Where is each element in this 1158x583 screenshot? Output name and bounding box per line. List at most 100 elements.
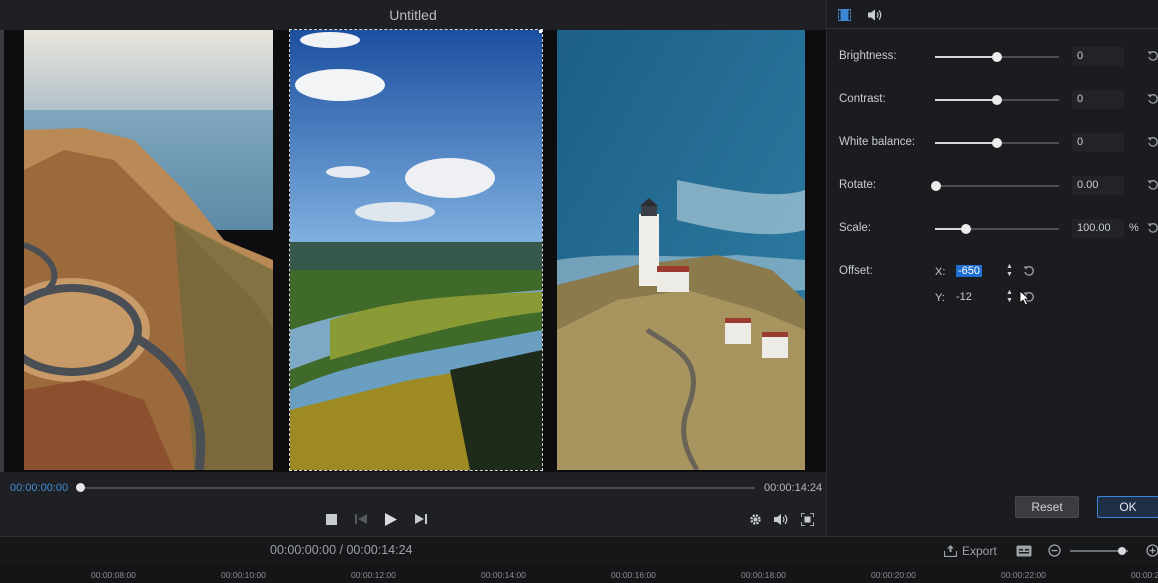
zoom-slider[interactable] <box>1070 547 1128 555</box>
prev-frame-icon <box>355 514 367 524</box>
offset-y-input[interactable]: -12 <box>953 288 1007 307</box>
contrast-row: Contrast: 0 <box>839 90 1158 110</box>
white-balance-knob[interactable] <box>992 138 1002 148</box>
offset-x-reset-button[interactable] <box>1021 263 1037 279</box>
timeline-toolbar: 00:00:00:00 / 00:00:14:24 Export <box>0 536 1158 564</box>
ruler-tick: 00:00:20:00 <box>871 570 916 580</box>
end-time: 00:00:14:24 <box>764 482 823 494</box>
tab-audio[interactable] <box>866 6 884 24</box>
play-button[interactable] <box>382 510 400 528</box>
clip-image-road[interactable] <box>24 30 273 470</box>
ruler-tick: 00:00:18:00 <box>741 570 786 580</box>
seek-knob[interactable] <box>76 483 85 492</box>
gear-icon <box>749 513 761 525</box>
fullscreen-button[interactable] <box>798 510 816 528</box>
undo-icon <box>1147 94 1158 104</box>
brightness-slider[interactable] <box>935 52 1059 62</box>
undo-icon <box>1147 137 1158 147</box>
canvas-edge <box>0 30 4 472</box>
audio-tab-icon <box>867 9 881 21</box>
offset-x-stepper[interactable]: ▲ ▼ <box>1006 263 1013 279</box>
ruler-tick: 00:00:14:00 <box>481 570 526 580</box>
offset-row: Offset: X: -650 ▲ ▼ Y: -12 ▲ ▼ <box>839 262 1158 312</box>
zoom-in-button[interactable] <box>1146 544 1158 562</box>
contrast-value[interactable]: 0 <box>1072 90 1124 109</box>
caption-icon <box>1016 545 1032 557</box>
ok-button[interactable]: OK <box>1097 496 1158 518</box>
zoom-out-button[interactable] <box>1048 544 1061 562</box>
offset-label: Offset: <box>839 265 873 277</box>
stop-button[interactable] <box>322 510 340 528</box>
contrast-slider[interactable] <box>935 95 1059 105</box>
scale-label: Scale: <box>839 222 871 234</box>
white-balance-reset-button[interactable] <box>1145 134 1158 150</box>
rotate-knob[interactable] <box>931 181 941 191</box>
ruler-tick: 00:00:12:00 <box>351 570 396 580</box>
preview-pane: Untitled 00:00:00:00 00:00:14:24 <box>0 0 826 536</box>
export-label: Export <box>962 544 997 558</box>
scale-knob[interactable] <box>961 224 971 234</box>
stop-icon <box>325 513 337 525</box>
brightness-value[interactable]: 0 <box>1072 47 1124 66</box>
rotate-row: Rotate: 0.00 <box>839 176 1158 196</box>
window-title: Untitled <box>389 7 437 23</box>
white-balance-label: White balance: <box>839 136 916 148</box>
undo-icon <box>1147 223 1158 233</box>
scale-slider[interactable] <box>935 224 1059 234</box>
scale-value[interactable]: 100.00 <box>1072 219 1124 238</box>
timeline-ruler[interactable]: 00:00:08:00 00:00:10:00 00:00:12:00 00:0… <box>0 564 1158 583</box>
scale-reset-button[interactable] <box>1145 220 1158 236</box>
seek-track[interactable] <box>80 487 755 489</box>
total-time: 00:00:00:00 / 00:00:14:24 <box>270 543 413 557</box>
contrast-reset-button[interactable] <box>1145 91 1158 107</box>
brightness-knob[interactable] <box>992 52 1002 62</box>
rotate-slider[interactable] <box>931 181 1059 191</box>
speaker-icon <box>773 513 787 525</box>
undo-icon <box>1147 180 1158 190</box>
offset-x-label: X: <box>935 266 946 278</box>
rotate-reset-button[interactable] <box>1145 177 1158 193</box>
clip-image-lighthouse[interactable] <box>557 30 805 470</box>
brightness-label: Brightness: <box>839 50 897 62</box>
ruler-tick: 00:00:16:00 <box>611 570 656 580</box>
play-icon <box>385 512 397 526</box>
rotate-label: Rotate: <box>839 179 877 191</box>
brightness-row: Brightness: 0 <box>839 47 1158 67</box>
prev-frame-button[interactable] <box>352 510 370 528</box>
settings-button[interactable] <box>746 510 764 528</box>
undo-icon <box>1023 266 1034 276</box>
rotate-value[interactable]: 0.00 <box>1072 176 1124 195</box>
next-frame-icon <box>415 514 427 524</box>
white-balance-value[interactable]: 0 <box>1072 133 1124 152</box>
zoom-out-icon <box>1048 544 1061 557</box>
offset-y-stepper[interactable]: ▲ ▼ <box>1006 289 1013 305</box>
zoom-in-icon <box>1146 544 1158 557</box>
resize-handle[interactable] <box>539 30 542 33</box>
offset-x-input[interactable]: -650 <box>953 262 1007 281</box>
scale-unit: % <box>1129 222 1139 234</box>
reset-button[interactable]: Reset <box>1015 496 1079 518</box>
volume-button[interactable] <box>772 510 790 528</box>
next-frame-button[interactable] <box>412 510 430 528</box>
contrast-knob[interactable] <box>992 95 1002 105</box>
ruler-tick: 00:00:2 <box>1131 570 1158 580</box>
mouse-cursor-icon <box>1019 290 1031 306</box>
brightness-reset-button[interactable] <box>1145 48 1158 64</box>
contrast-label: Contrast: <box>839 93 886 105</box>
clip-image-river[interactable] <box>289 29 543 471</box>
offset-x-value: -650 <box>956 265 983 277</box>
white-balance-row: White balance: 0 <box>839 133 1158 153</box>
adjustment-panel: Brightness: 0 Contrast: 0 White balance:… <box>826 0 1158 536</box>
scale-row: Scale: 100.00 % <box>839 219 1158 239</box>
undo-icon <box>1147 51 1158 61</box>
ruler-tick: 00:00:22:00 <box>1001 570 1046 580</box>
panel-tabs <box>827 0 1158 29</box>
export-icon <box>944 545 957 557</box>
current-time: 00:00:00:00 <box>10 482 69 494</box>
fullscreen-icon <box>800 512 814 526</box>
tab-video[interactable] <box>835 6 853 24</box>
export-button[interactable]: Export <box>944 544 997 558</box>
subtitle-toggle-button[interactable] <box>1016 544 1032 562</box>
zoom-knob[interactable] <box>1118 547 1126 555</box>
white-balance-slider[interactable] <box>935 138 1059 148</box>
